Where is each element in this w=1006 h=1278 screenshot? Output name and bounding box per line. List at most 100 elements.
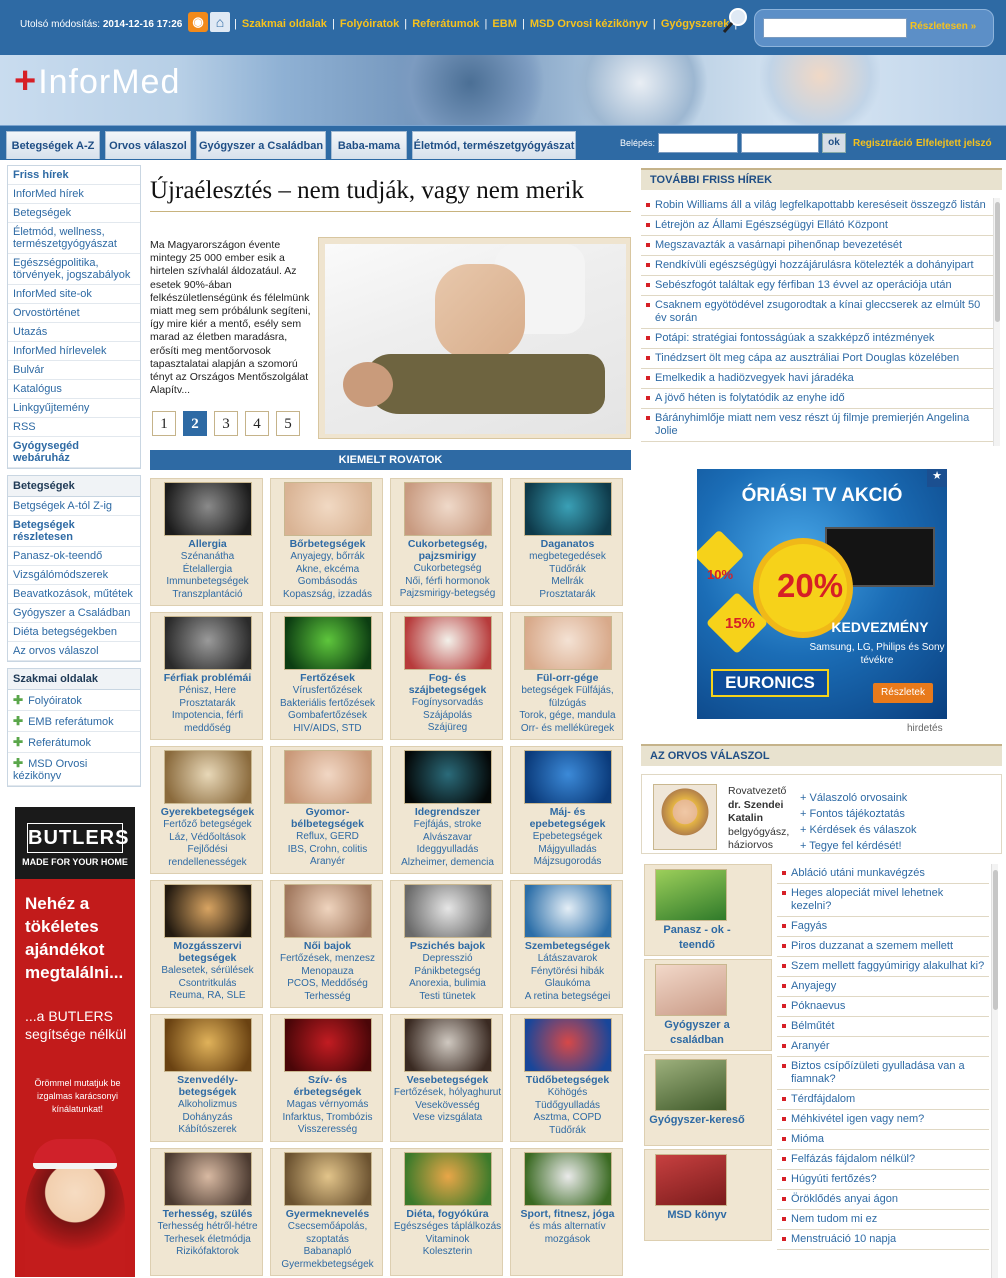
news-item[interactable]: Csaknem egyötödével zsugorodtak a kínai … bbox=[641, 296, 993, 329]
category-link[interactable]: Tüdőgyulladás bbox=[513, 1100, 622, 1113]
question-item[interactable]: Húgyúti fertőzés? bbox=[777, 1170, 989, 1190]
news-item[interactable]: Emelkedik a hadiözvegyek havi járadéka bbox=[641, 369, 993, 389]
pager-page[interactable]: 5 bbox=[276, 411, 300, 436]
pager-page[interactable]: 2 bbox=[183, 411, 207, 436]
category-card[interactable]: Szenvedély-betegségek Alkoholizmus Dohányz… bbox=[150, 1014, 263, 1142]
category-link[interactable]: Pénisz, Here bbox=[153, 685, 262, 698]
category-link[interactable]: Impotencia, férfi meddőség bbox=[153, 710, 262, 735]
category-links[interactable]: Fertőzések, hólyaghurut Vesekövesség Vese … bbox=[393, 1087, 502, 1125]
category-links[interactable]: Magas vérnyomás Infarktus, Trombózis Vissz… bbox=[273, 1099, 382, 1137]
sidebar-item[interactable]: Orvostörténet bbox=[8, 304, 140, 323]
category-link[interactable]: Csontritkulás bbox=[153, 978, 262, 991]
category-links[interactable]: Depresszió Pánikbetegség Anorexia, bulimia… bbox=[393, 953, 502, 1003]
sidebar-item[interactable]: InforMed hírek bbox=[8, 185, 140, 204]
category-title[interactable]: Szív- és érbetegségek bbox=[273, 1074, 382, 1098]
question-item[interactable]: Póknaevus bbox=[777, 997, 989, 1017]
sidebar-item[interactable]: Utazás bbox=[8, 323, 140, 342]
news-scrollbar-thumb[interactable] bbox=[995, 202, 1000, 322]
doctor-tile[interactable]: Gyógyszer a családban bbox=[644, 959, 772, 1051]
category-title[interactable]: Bőrbetegségek bbox=[273, 538, 382, 550]
sidebar-item[interactable]: Vizsgálómódszerek bbox=[8, 566, 140, 585]
category-links[interactable]: és más alternatív mozgások bbox=[513, 1221, 622, 1246]
category-links[interactable]: Reflux, GERD IBS, Crohn, colitis Aranyér bbox=[273, 831, 382, 869]
category-card[interactable]: Vesebetegségek Fertőzések, hólyaghurut Ves… bbox=[390, 1014, 503, 1142]
sidebar-item[interactable]: Diéta betegségekben bbox=[8, 623, 140, 642]
top-nav-szakmai[interactable]: Szakmai oldalak bbox=[242, 18, 327, 30]
category-link[interactable]: Immunbetegségek bbox=[153, 576, 262, 589]
category-link[interactable]: Alzheimer, demencia bbox=[393, 857, 502, 870]
category-links[interactable]: megbetegedések Tüdőrák Mellrák Prosztatarák bbox=[513, 551, 622, 601]
category-link[interactable]: Cukorbetegség bbox=[393, 563, 502, 576]
category-link[interactable]: Aranyér bbox=[273, 856, 382, 869]
category-title[interactable]: Férfiak problémái bbox=[153, 672, 262, 684]
category-link[interactable]: Kopaszság, izzadás bbox=[273, 589, 382, 602]
doctor-tile[interactable]: Gyógyszer-kereső bbox=[644, 1054, 772, 1146]
sidebar-item[interactable]: Betegségek részletesen bbox=[8, 516, 140, 547]
category-title[interactable]: Gyomor-bélbetegségek bbox=[273, 806, 382, 830]
category-card[interactable]: Szív- és érbetegségek Magas vérnyomás Infa… bbox=[270, 1014, 383, 1142]
category-title[interactable]: Sport, fitnesz, jóga bbox=[513, 1208, 622, 1220]
question-item[interactable]: Abláció utáni munkavégzés bbox=[777, 864, 989, 884]
category-links[interactable]: betegségek Fülfájás, fülzúgás Torok, gége… bbox=[513, 685, 622, 735]
doctor-tile[interactable]: Panasz - ok - teendő bbox=[644, 864, 772, 956]
sidebar-item[interactable]: Betgségek A-tól Z-ig bbox=[8, 497, 140, 516]
category-link[interactable]: Visszeresség bbox=[273, 1124, 382, 1137]
category-card[interactable]: Sport, fitnesz, jóga és más alternatív mo… bbox=[510, 1148, 623, 1276]
category-links[interactable]: Vírusfertőzések Bakteriális fertőzések Gom… bbox=[273, 685, 382, 735]
category-link[interactable]: betegségek Fülfájás, fülzúgás bbox=[513, 685, 622, 710]
category-link[interactable]: Anyajegy, bőrrák bbox=[273, 551, 382, 564]
category-link[interactable]: Prosztatarák bbox=[153, 698, 262, 711]
category-link[interactable]: és más alternatív mozgások bbox=[513, 1221, 622, 1246]
category-link[interactable]: Női, férfi hormonok bbox=[393, 576, 502, 589]
rss-icon[interactable]: ◉ bbox=[188, 12, 208, 32]
category-links[interactable]: Fejfájás, stroke Alvászavar Ideggyulladás A… bbox=[393, 819, 502, 869]
category-link[interactable]: Reuma, RA, SLE bbox=[153, 990, 262, 1003]
category-title[interactable]: Fül-orr-gége bbox=[513, 672, 622, 684]
category-link[interactable]: Fejfájás, stroke bbox=[393, 819, 502, 832]
category-card[interactable]: Szembetegségek Látászavarok Fénytörési hib… bbox=[510, 880, 623, 1008]
category-link[interactable]: Ételallergia bbox=[153, 564, 262, 577]
category-link[interactable]: Magas vérnyomás bbox=[273, 1099, 382, 1112]
question-item[interactable]: Aranyér bbox=[777, 1037, 989, 1057]
sidebar-item[interactable]: Bulvár bbox=[8, 361, 140, 380]
category-link[interactable]: Mellrák bbox=[513, 576, 622, 589]
question-item[interactable]: Térdfájdalom bbox=[777, 1090, 989, 1110]
category-title[interactable]: Vesebetegségek bbox=[393, 1074, 502, 1086]
category-title[interactable]: Máj- és epebetegségek bbox=[513, 806, 622, 830]
category-card[interactable]: Allergia Szénanátha Ételallergia Immunbeteg… bbox=[150, 478, 263, 606]
sidebar-item[interactable]: Beavatkozások, műtétek bbox=[8, 585, 140, 604]
category-links[interactable]: Látászavarok Fénytörési hibák Glaukóma A re… bbox=[513, 953, 622, 1003]
pager-page[interactable]: 4 bbox=[245, 411, 269, 436]
sidebar-item[interactable]: InforMed site-ok bbox=[8, 285, 140, 304]
category-title[interactable]: Idegrendszer bbox=[393, 806, 502, 818]
category-title[interactable]: Diéta, fogyókúra bbox=[393, 1208, 502, 1220]
questions-scrollbar-thumb[interactable] bbox=[993, 870, 998, 1010]
sidebar-item[interactable]: Gyógysegéd webáruház bbox=[8, 437, 140, 468]
category-link[interactable]: Asztma, COPD bbox=[513, 1112, 622, 1125]
login-ok-button[interactable]: ok bbox=[822, 133, 846, 153]
category-link[interactable]: Infarktus, Trombózis bbox=[273, 1112, 382, 1125]
category-title[interactable]: Női bajok bbox=[273, 940, 382, 952]
category-card[interactable]: Női bajok Fertőzések, menzesz Menopauza PCO… bbox=[270, 880, 383, 1008]
category-link[interactable]: Glaukóma bbox=[513, 978, 622, 991]
sidebar-item[interactable]: Gyógyszer a Családban bbox=[8, 604, 140, 623]
category-link[interactable]: Fertőzések, hólyaghurut bbox=[393, 1087, 502, 1100]
category-link[interactable]: Csecsemőápolás, szoptatás bbox=[273, 1221, 382, 1246]
article-headline[interactable]: Újraélesztés – nem tudják, vagy nem meri… bbox=[150, 177, 631, 212]
category-link[interactable]: Fertőző betegségek bbox=[153, 819, 262, 832]
category-link[interactable]: megbetegedések bbox=[513, 551, 622, 564]
category-link[interactable]: Májgyulladás bbox=[513, 844, 622, 857]
category-link[interactable]: Fogínysorvadás bbox=[393, 697, 502, 710]
category-link[interactable]: IBS, Crohn, colitis bbox=[273, 844, 382, 857]
sidebar-link[interactable]: ✚ EMB referátumok bbox=[8, 711, 140, 732]
news-item[interactable]: A jövő héten is folytatódik az enyhe idő bbox=[641, 389, 993, 409]
category-links[interactable]: Fertőzések, menzesz Menopauza PCOS, Meddős… bbox=[273, 953, 382, 1003]
category-title[interactable]: Allergia bbox=[153, 538, 262, 550]
top-nav-ebm[interactable]: EBM bbox=[492, 18, 516, 30]
category-link[interactable]: Vesekövesség bbox=[393, 1100, 502, 1113]
category-title[interactable]: Mozgásszervi betegségek bbox=[153, 940, 262, 964]
category-link[interactable]: Egészséges táplálkozás bbox=[393, 1221, 502, 1234]
question-item[interactable]: Menstruáció 10 napja bbox=[777, 1230, 989, 1250]
butlers-ad[interactable]: BUTLERS MADE FOR YOUR HOME Nehéz a tökél… bbox=[15, 807, 135, 1277]
home-icon[interactable]: ⌂ bbox=[210, 12, 230, 32]
